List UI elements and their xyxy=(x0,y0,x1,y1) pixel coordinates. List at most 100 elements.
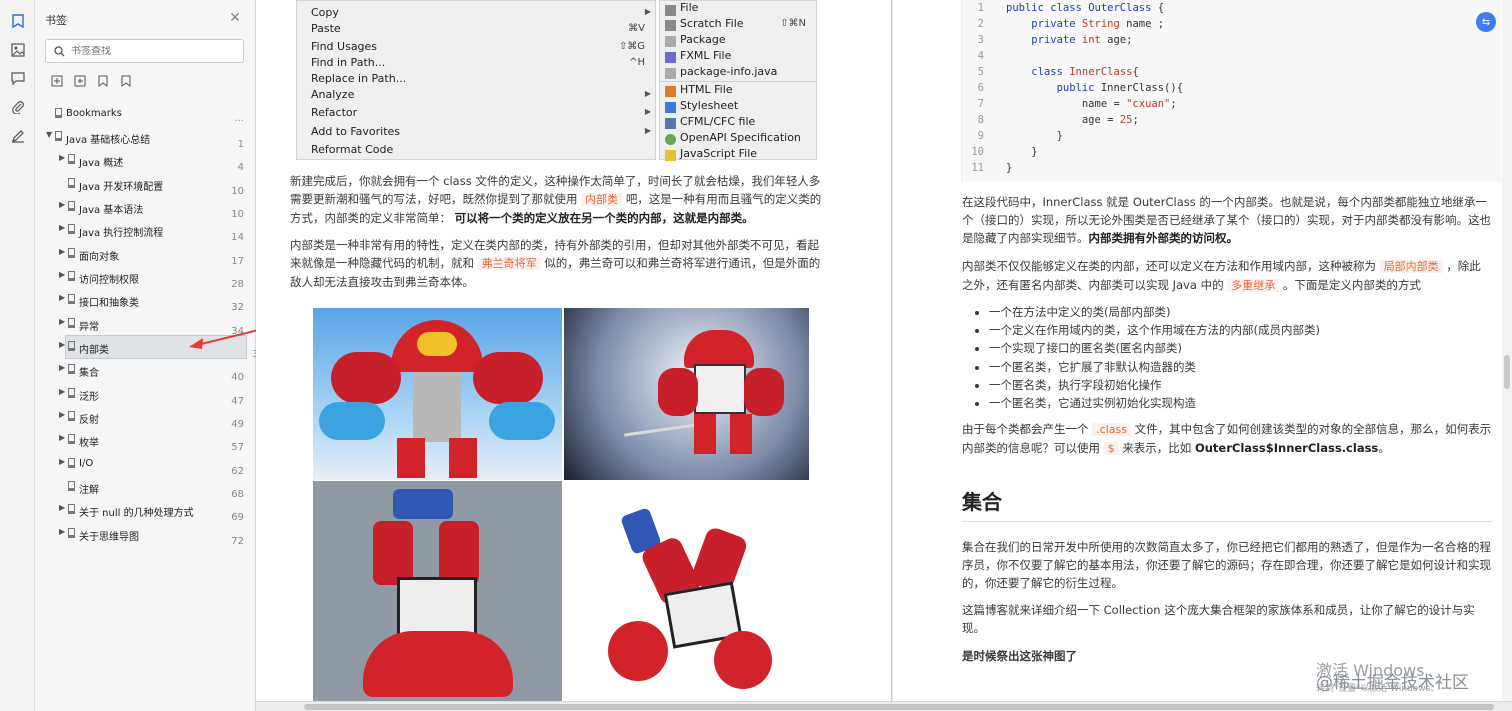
tree-item[interactable]: ▶ Java 概述 4 xyxy=(35,149,256,173)
pdf-reader-window: 书签 ✕ Bookmarks ... ▼ Java 基础核心总结 1 xyxy=(0,0,1512,711)
translate-button[interactable]: ⇆ xyxy=(1476,12,1496,32)
tree-item-label: I/O xyxy=(79,458,94,469)
expand-arrow-icon[interactable]: ▼ xyxy=(46,130,52,139)
submenu-item: package-info.java xyxy=(680,65,778,78)
bookmark-panel: 书签 ✕ Bookmarks ... ▼ Java 基础核心总结 1 xyxy=(35,0,265,711)
bookmark-outline-icon[interactable] xyxy=(95,73,110,88)
new-submenu-screenshot: File Scratch File ⇧⌘N Package FXML File … xyxy=(659,0,817,161)
bookmark-icon xyxy=(68,154,75,164)
image-icon[interactable] xyxy=(8,40,27,59)
tree-item-label: Bookmarks xyxy=(66,108,122,119)
expand-arrow-icon[interactable]: ▶ xyxy=(59,153,65,162)
expand-arrow-icon[interactable]: ▶ xyxy=(59,247,65,256)
menu-item: Reformat Code xyxy=(311,143,394,156)
comment-icon[interactable] xyxy=(8,68,27,87)
bookmark-icon xyxy=(68,248,75,258)
menu-item: Paste xyxy=(311,22,341,35)
bookmark-icon xyxy=(55,131,62,141)
tree-item[interactable]: ▼ Java 基础核心总结 1 xyxy=(35,126,256,150)
bookmark-icon xyxy=(68,434,75,444)
panel-title: 书签 xyxy=(45,14,67,27)
inline-code: 内部类 xyxy=(581,193,623,206)
tree-item[interactable]: ▶ I/O 62 xyxy=(35,453,256,477)
activation-hint: 转到"设置"以激活 Windows。 xyxy=(1316,684,1440,694)
tree-item-page: 40 xyxy=(231,372,244,383)
vertical-scrollbar[interactable] xyxy=(1502,0,1512,701)
expand-arrow-icon[interactable]: ▶ xyxy=(59,293,65,302)
close-icon[interactable]: ✕ xyxy=(228,10,242,26)
menu-item: Replace in Path... xyxy=(311,72,407,85)
bookmark-icon xyxy=(68,224,75,234)
bookmark-remove-icon[interactable] xyxy=(118,73,133,88)
tree-item[interactable]: ▶ 枚举 57 xyxy=(35,429,256,453)
tree-item[interactable]: ▶ 关于 null 的几种处理方式 69 xyxy=(35,499,256,523)
expand-arrow-icon[interactable]: ▶ xyxy=(59,223,65,232)
horizontal-scrollbar[interactable] xyxy=(256,701,1512,711)
expand-arrow-icon[interactable]: ▶ xyxy=(59,457,65,466)
scrollbar-thumb[interactable] xyxy=(1504,355,1510,389)
expand-arrow-icon[interactable]: ▶ xyxy=(59,317,65,326)
context-menu-screenshot: Copy ▶ Paste ⌘V Find Usages ⇧⌘G Find in … xyxy=(296,0,656,160)
tree-item[interactable]: ▶ 反射 49 xyxy=(35,406,256,430)
menu-item: Add to Favorites xyxy=(311,125,401,138)
inline-code: 弗兰奇将军 xyxy=(477,257,541,270)
tree-item[interactable]: 注解 68 xyxy=(35,476,256,500)
tree-item-label: 反射 xyxy=(79,415,99,426)
expand-arrow-icon[interactable]: ▶ xyxy=(59,363,65,372)
icon-rail xyxy=(0,0,35,711)
menu-item: Analyze xyxy=(311,88,355,101)
bookmark-icon xyxy=(68,504,75,514)
tree-item-label: 面向对象 xyxy=(79,252,119,263)
menu-item: Copy xyxy=(311,6,339,19)
submenu-item: JavaScript File xyxy=(680,147,758,160)
expand-arrow-icon[interactable]: ▶ xyxy=(59,503,65,512)
tree-item-label: 泛形 xyxy=(79,392,99,403)
add-bookmark-icon[interactable] xyxy=(49,73,64,88)
bookmark-icon xyxy=(68,341,75,351)
inline-code: .class xyxy=(1092,423,1131,436)
paragraph: 内部类是一种非常有用的特性，定义在类内部的类，持有外部类的引用，但却对其他外部类… xyxy=(290,238,821,289)
expand-arrow-icon[interactable]: ▶ xyxy=(59,200,65,209)
expand-arrow-icon[interactable]: ▶ xyxy=(59,410,65,419)
tree-item-page: 57 xyxy=(231,442,244,453)
tree-item[interactable]: ▶ 访问控制权限 28 xyxy=(35,266,256,290)
bookmark-icon xyxy=(68,458,75,468)
expand-arrow-icon[interactable]: ▶ xyxy=(59,527,65,536)
tree-item-page: 69 xyxy=(231,512,244,523)
menu-shortcut: ⇧⌘N xyxy=(780,18,806,29)
bookmark-icon xyxy=(68,318,75,328)
tree-item-label: 异常 xyxy=(79,322,99,333)
tree-item-page: 72 xyxy=(231,536,244,547)
attachment-icon[interactable] xyxy=(8,97,27,116)
menu-shortcut: ⌘V xyxy=(628,23,645,34)
tree-item-label: 关于 null 的几种处理方式 xyxy=(79,508,194,519)
signature-icon[interactable] xyxy=(8,126,27,145)
add-child-bookmark-icon[interactable] xyxy=(72,73,87,88)
expand-arrow-icon[interactable]: ▶ xyxy=(59,433,65,442)
bookmark-icon xyxy=(68,388,75,398)
tree-item[interactable]: ▶ 泛形 47 xyxy=(35,383,256,407)
tree-item[interactable]: ▶ 关于思维导图 72 xyxy=(35,523,256,547)
tree-item[interactable]: ▶ 集合 40 xyxy=(35,359,256,383)
scrollbar-thumb[interactable] xyxy=(304,704,1494,710)
tree-item-label: Java 开发环境配置 xyxy=(79,182,164,193)
expand-arrow-icon[interactable]: ▶ xyxy=(59,387,65,396)
bookmark-icon[interactable] xyxy=(8,11,27,30)
robot-image-4 xyxy=(564,481,809,701)
submenu-item: Package xyxy=(680,33,726,46)
search-input[interactable] xyxy=(71,45,231,57)
bookmark-search[interactable] xyxy=(45,39,244,63)
tree-item[interactable]: ▶ Java 执行控制流程 14 xyxy=(35,219,256,243)
tree-item[interactable]: ▶ 面向对象 17 xyxy=(35,243,256,267)
list-item: 一个实现了接口的匿名类(匿名内部类) xyxy=(989,339,1320,357)
tree-item[interactable]: Bookmarks ... xyxy=(35,103,256,125)
tree-item-label: Java 基础核心总结 xyxy=(66,135,151,146)
expand-arrow-icon[interactable]: ▶ xyxy=(59,270,65,279)
paragraph: 这篇博客就来详细介绍一下 Collection 这个庞大集合框架的家族体系和成员… xyxy=(962,603,1475,635)
tree-item[interactable]: Java 开发环境配置 10 xyxy=(35,173,256,197)
tree-item-label: 内部类 xyxy=(79,345,109,356)
robot-image-3 xyxy=(313,481,562,701)
expand-arrow-icon[interactable]: ▶ xyxy=(59,340,65,349)
tree-item[interactable]: ▶ Java 基本语法 10 xyxy=(35,196,256,220)
submenu-item: FXML File xyxy=(680,49,732,62)
